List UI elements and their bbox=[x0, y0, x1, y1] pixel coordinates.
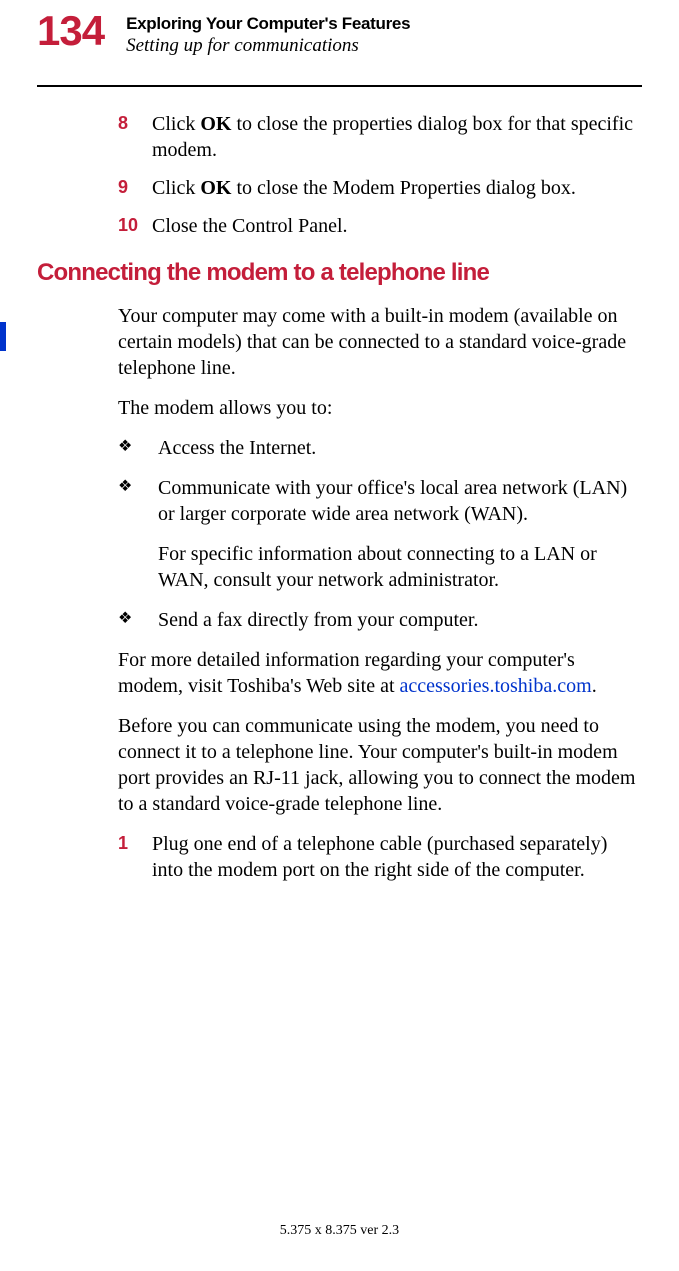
diamond-bullet-icon: ❖ bbox=[118, 435, 158, 461]
section-heading: Connecting the modem to a telephone line bbox=[37, 259, 679, 287]
step-text: Plug one end of a telephone cable (purch… bbox=[152, 831, 639, 883]
content-area: 8 Click OK to close the properties dialo… bbox=[0, 111, 679, 239]
step-item: 9 Click OK to close the Modem Properties… bbox=[118, 175, 639, 201]
content-area-lower: Your computer may come with a built-in m… bbox=[0, 303, 679, 883]
bullet-item: ❖ Communicate with your office's local a… bbox=[118, 475, 639, 593]
diamond-bullet-icon: ❖ bbox=[118, 475, 158, 593]
paragraph: The modem allows you to: bbox=[118, 395, 639, 421]
step-number: 10 bbox=[118, 213, 152, 239]
page-footer: 5.375 x 8.375 ver 2.3 bbox=[0, 1223, 679, 1239]
steps-list-upper: 8 Click OK to close the properties dialo… bbox=[118, 111, 639, 239]
section-subtitle: Setting up for communications bbox=[126, 35, 410, 57]
step-number: 8 bbox=[118, 111, 152, 163]
header-divider bbox=[37, 85, 642, 87]
header-titles: Exploring Your Computer's Features Setti… bbox=[126, 10, 410, 57]
website-link[interactable]: accessories.toshiba.com bbox=[400, 675, 592, 697]
step-number: 9 bbox=[118, 175, 152, 201]
step-item: 10 Close the Control Panel. bbox=[118, 213, 639, 239]
step-number: 1 bbox=[118, 831, 152, 883]
bullet-text: Communicate with your office's local are… bbox=[158, 475, 639, 593]
paragraph-with-link: For more detailed information regarding … bbox=[118, 647, 639, 699]
bullet-item: ❖ Access the Internet. bbox=[118, 435, 639, 461]
diamond-bullet-icon: ❖ bbox=[118, 607, 158, 633]
paragraph: Before you can communicate using the mod… bbox=[118, 713, 639, 817]
step-text: Close the Control Panel. bbox=[152, 213, 639, 239]
page-number: 134 bbox=[37, 10, 104, 52]
step-item: 1 Plug one end of a telephone cable (pur… bbox=[118, 831, 639, 883]
bullet-text: Send a fax directly from your computer. bbox=[158, 607, 639, 633]
step-text: Click OK to close the properties dialog … bbox=[152, 111, 639, 163]
step-item: 8 Click OK to close the properties dialo… bbox=[118, 111, 639, 163]
bullet-sub-paragraph: For specific information about connectin… bbox=[158, 541, 639, 593]
step-text: Click OK to close the Modem Properties d… bbox=[152, 175, 639, 201]
bullet-list: ❖ Access the Internet. ❖ Communicate wit… bbox=[118, 435, 639, 633]
chapter-title: Exploring Your Computer's Features bbox=[126, 14, 410, 34]
steps-list-lower: 1 Plug one end of a telephone cable (pur… bbox=[118, 831, 639, 883]
page-header: 134 Exploring Your Computer's Features S… bbox=[0, 0, 679, 57]
paragraph: Your computer may come with a built-in m… bbox=[118, 303, 639, 381]
side-tab-marker bbox=[0, 322, 6, 351]
bullet-text: Access the Internet. bbox=[158, 435, 639, 461]
bullet-item: ❖ Send a fax directly from your computer… bbox=[118, 607, 639, 633]
